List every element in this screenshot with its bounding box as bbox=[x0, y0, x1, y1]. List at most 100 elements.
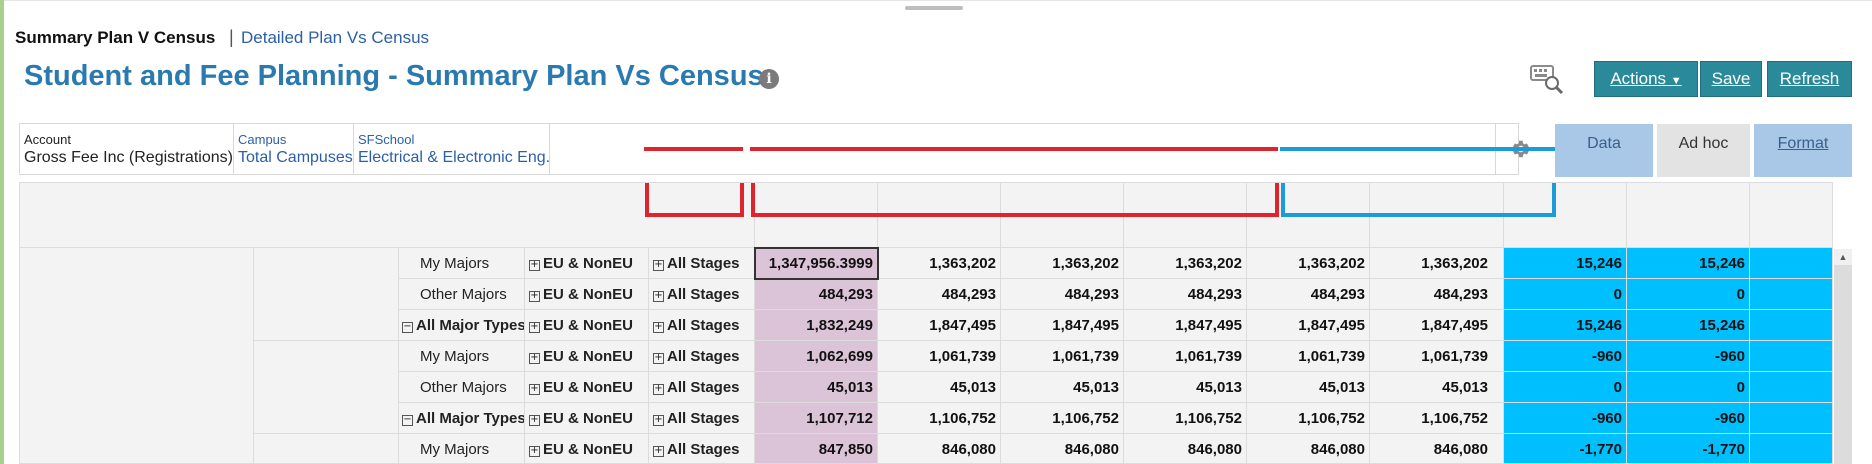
scroll-up-icon[interactable]: ▲ bbox=[1834, 249, 1852, 265]
data-cell[interactable]: 0 bbox=[1503, 379, 1622, 396]
expand-icon[interactable]: + bbox=[653, 322, 664, 333]
data-cell[interactable]: 15,246 bbox=[1626, 255, 1745, 272]
data-cell[interactable]: 1,061,739 bbox=[877, 348, 996, 365]
data-cell[interactable]: -1,770 bbox=[1626, 441, 1745, 458]
data-cell[interactable]: -1,770 bbox=[1503, 441, 1622, 458]
data-cell[interactable]: 1,061,739 bbox=[1369, 348, 1488, 365]
info-icon[interactable]: i bbox=[759, 69, 779, 89]
expand-icon[interactable]: + bbox=[529, 415, 540, 426]
data-cell[interactable]: 1,062,699 bbox=[754, 348, 873, 365]
major-row-header[interactable]: − All Major Types bbox=[402, 410, 524, 427]
data-cell[interactable]: 846,080 bbox=[1246, 441, 1365, 458]
region-row-header[interactable]: + EU & NonEU bbox=[529, 348, 633, 365]
tab-summary-plan[interactable]: Summary Plan V Census bbox=[15, 28, 215, 48]
data-cell[interactable]: 0 bbox=[1626, 286, 1745, 303]
data-cell[interactable]: 1,106,752 bbox=[1369, 410, 1488, 427]
major-row-header[interactable]: My Majors bbox=[420, 441, 524, 458]
data-cell[interactable]: -960 bbox=[1626, 410, 1745, 427]
stage-row-header[interactable]: + All Stages bbox=[653, 317, 740, 334]
data-cell[interactable]: 484,293 bbox=[1123, 286, 1242, 303]
data-cell[interactable]: 1,061,739 bbox=[1246, 348, 1365, 365]
data-mode-button[interactable]: Data bbox=[1555, 124, 1653, 177]
data-cell[interactable]: -960 bbox=[1503, 348, 1622, 365]
data-cell[interactable]: 484,293 bbox=[1000, 286, 1119, 303]
expand-icon[interactable]: + bbox=[529, 384, 540, 395]
expand-icon[interactable]: + bbox=[529, 353, 540, 364]
data-cell[interactable]: 484,293 bbox=[1246, 286, 1365, 303]
data-cell[interactable]: 484,293 bbox=[1369, 286, 1488, 303]
data-cell[interactable]: 846,080 bbox=[1000, 441, 1119, 458]
data-cell[interactable]: -960 bbox=[1626, 348, 1745, 365]
expand-icon[interactable]: + bbox=[529, 260, 540, 271]
data-cell[interactable]: 15,246 bbox=[1626, 317, 1745, 334]
expand-icon[interactable]: + bbox=[653, 384, 664, 395]
stage-row-header[interactable]: + All Stages bbox=[653, 379, 740, 396]
collapse-icon[interactable]: − bbox=[402, 322, 413, 333]
format-mode-button[interactable]: Format bbox=[1754, 124, 1852, 177]
data-cell[interactable]: 847,850 bbox=[754, 441, 873, 458]
data-cell[interactable]: 1,847,495 bbox=[877, 317, 996, 334]
expand-icon[interactable]: + bbox=[653, 291, 664, 302]
data-cell[interactable]: 1,363,202 bbox=[1369, 255, 1488, 272]
data-cell[interactable]: 1,107,712 bbox=[754, 410, 873, 427]
pov-campus[interactable]: Campus Total Campuses bbox=[234, 124, 354, 174]
data-cell[interactable]: 1,061,739 bbox=[1000, 348, 1119, 365]
data-cell[interactable]: 484,293 bbox=[754, 286, 873, 303]
collapse-icon[interactable]: − bbox=[402, 415, 413, 426]
expand-icon[interactable]: + bbox=[653, 446, 664, 457]
stage-row-header[interactable]: + All Stages bbox=[653, 410, 740, 427]
data-cell[interactable]: 1,847,495 bbox=[1123, 317, 1242, 334]
expand-icon[interactable]: + bbox=[529, 446, 540, 457]
major-row-header[interactable]: My Majors bbox=[420, 255, 524, 272]
data-cell[interactable]: 1,832,249 bbox=[754, 317, 873, 334]
data-cell[interactable]: 1,106,752 bbox=[877, 410, 996, 427]
pov-sfschool[interactable]: SFSchool Electrical & Electronic Eng. bbox=[354, 124, 550, 174]
data-cell[interactable]: 1,061,739 bbox=[1123, 348, 1242, 365]
region-row-header[interactable]: + EU & NonEU bbox=[529, 379, 633, 396]
region-row-header[interactable]: + EU & NonEU bbox=[529, 255, 633, 272]
data-cell[interactable]: 1,106,752 bbox=[1000, 410, 1119, 427]
tab-detailed-plan[interactable]: Detailed Plan Vs Census bbox=[241, 28, 429, 48]
data-cell[interactable]: 1,363,202 bbox=[1246, 255, 1365, 272]
data-cell[interactable]: 846,080 bbox=[1369, 441, 1488, 458]
stage-row-header[interactable]: + All Stages bbox=[653, 441, 740, 458]
data-cell[interactable]: 15,246 bbox=[1503, 255, 1622, 272]
region-row-header[interactable]: + EU & NonEU bbox=[529, 441, 633, 458]
stage-row-header[interactable]: + All Stages bbox=[653, 348, 740, 365]
data-cell[interactable]: 846,080 bbox=[877, 441, 996, 458]
major-row-header[interactable]: Other Majors bbox=[420, 286, 524, 303]
major-row-header[interactable]: My Majors bbox=[420, 348, 524, 365]
pov-account[interactable]: Account Gross Fee Inc (Registrations) bbox=[20, 124, 234, 174]
major-row-header[interactable]: Other Majors bbox=[420, 379, 524, 396]
refresh-button[interactable]: Refresh bbox=[1767, 61, 1852, 97]
stage-row-header[interactable]: + All Stages bbox=[653, 286, 740, 303]
data-cell[interactable]: 45,013 bbox=[1369, 379, 1488, 396]
actions-button[interactable]: Actions ▼ bbox=[1594, 61, 1698, 97]
data-cell[interactable]: 846,080 bbox=[1123, 441, 1242, 458]
data-cell[interactable]: 45,013 bbox=[754, 379, 873, 396]
data-cell[interactable]: 1,847,495 bbox=[1000, 317, 1119, 334]
data-cell[interactable]: 1,363,202 bbox=[1000, 255, 1119, 272]
stage-row-header[interactable]: + All Stages bbox=[653, 255, 740, 272]
data-cell[interactable]: 0 bbox=[1626, 379, 1745, 396]
region-row-header[interactable]: + EU & NonEU bbox=[529, 410, 633, 427]
data-cell[interactable]: 484,293 bbox=[877, 286, 996, 303]
data-cell[interactable]: 1,363,202 bbox=[877, 255, 996, 272]
data-cell[interactable]: 1,847,495 bbox=[1369, 317, 1488, 334]
expand-icon[interactable]: + bbox=[529, 291, 540, 302]
data-cell[interactable]: 1,363,202 bbox=[1123, 255, 1242, 272]
region-row-header[interactable]: + EU & NonEU bbox=[529, 317, 633, 334]
major-row-header[interactable]: − All Major Types bbox=[402, 317, 524, 334]
expand-icon[interactable]: + bbox=[529, 322, 540, 333]
data-cell[interactable]: 1,106,752 bbox=[1246, 410, 1365, 427]
data-cell[interactable]: 45,013 bbox=[1000, 379, 1119, 396]
data-cell[interactable]: 0 bbox=[1503, 286, 1622, 303]
vertical-scrollbar[interactable] bbox=[1834, 249, 1852, 464]
data-cell[interactable]: 45,013 bbox=[877, 379, 996, 396]
expand-icon[interactable]: + bbox=[653, 260, 664, 271]
expand-icon[interactable]: + bbox=[653, 415, 664, 426]
data-cell[interactable]: -960 bbox=[1503, 410, 1622, 427]
data-cell[interactable]: 15,246 bbox=[1503, 317, 1622, 334]
expand-icon[interactable]: + bbox=[653, 353, 664, 364]
keyboard-search-icon[interactable] bbox=[1530, 64, 1564, 95]
